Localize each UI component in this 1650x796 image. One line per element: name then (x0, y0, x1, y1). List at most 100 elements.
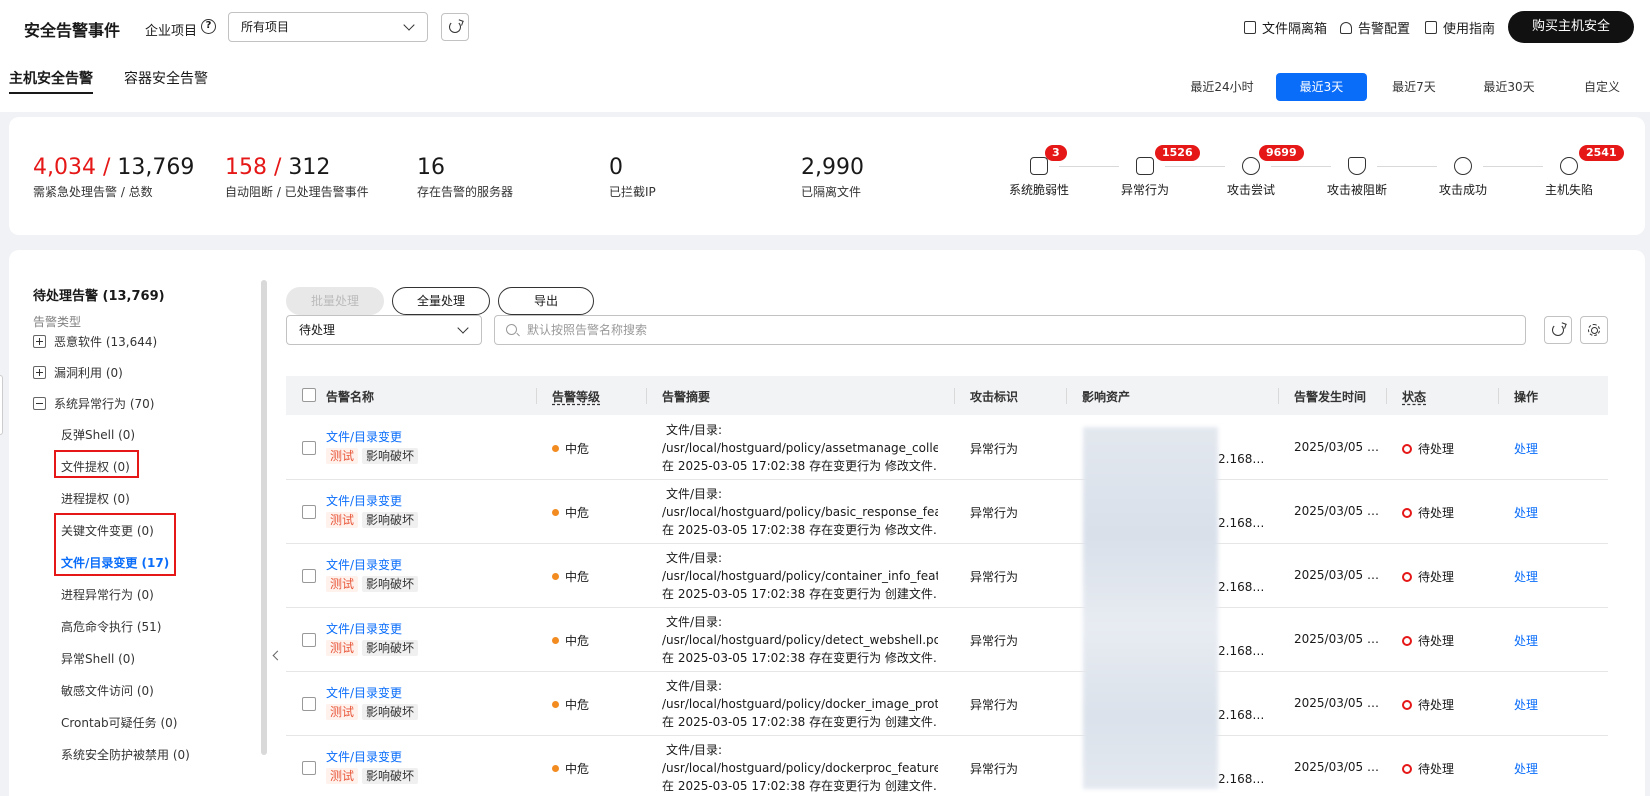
row-checkbox[interactable] (302, 697, 316, 711)
search-icon (506, 324, 517, 335)
handle-link[interactable]: 处理 (1514, 696, 1538, 713)
user-guide-label: 使用指南 (1443, 22, 1496, 37)
expand-icon[interactable] (33, 366, 46, 379)
chain-vulnerability[interactable]: 系统脆弱性 (999, 157, 1079, 198)
file-quarantine-link[interactable]: 文件隔离箱 (1244, 18, 1327, 37)
attack-tag: 异常行为 (970, 570, 1019, 584)
time-24h[interactable]: 最近24小时 (1180, 73, 1264, 101)
impact-tag: 影响破坏 (362, 640, 419, 656)
stat-urgent-total[interactable]: 4,034 / 13,769 需紧急处理告警 / 总数 (33, 155, 194, 200)
attack-tag: 异常行为 (970, 698, 1019, 712)
row-checkbox[interactable] (302, 441, 316, 455)
buy-host-security-button[interactable]: 购买主机安全 (1508, 11, 1634, 43)
chain-attack-blocked[interactable]: 攻击被阻断 (1317, 157, 1397, 198)
sidebar-scrollbar[interactable] (261, 280, 267, 755)
summary-line: 文件/目录: (666, 743, 723, 757)
level-dot-icon (552, 509, 559, 516)
summary-detail: 在 2025-03-05 17:02:38 存在变更行为 修改文件… (662, 459, 938, 473)
alert-config-link[interactable]: 告警配置 (1340, 18, 1410, 37)
summary-path: /usr/local/hostguard/policy/basic_respon… (662, 505, 938, 519)
alert-name-link[interactable]: 文件/目录变更 (326, 492, 402, 509)
batch-handle-button[interactable]: 批量处理 (286, 287, 384, 315)
chain-abnormal-behavior[interactable]: 异常行为 (1105, 157, 1185, 198)
select-all-checkbox[interactable] (302, 388, 316, 402)
book-icon (1425, 21, 1437, 34)
sidebar-item-process-abnormal[interactable]: 进程异常行为 (0) (61, 586, 154, 603)
file-quarantine-label: 文件隔离箱 (1262, 22, 1328, 37)
tab-host-alerts[interactable]: 主机安全告警 (9, 68, 93, 88)
row-checkbox[interactable] (302, 633, 316, 647)
handle-link[interactable]: 处理 (1514, 440, 1538, 457)
summary-detail: 在 2025-03-05 17:02:38 存在变更行为 修改文件… (662, 523, 938, 537)
chain-badge: 3 (1045, 145, 1067, 161)
alert-name-link[interactable]: 文件/目录变更 (326, 748, 402, 765)
status-filter-select[interactable]: 待处理 (286, 315, 482, 345)
handle-link[interactable]: 处理 (1514, 760, 1538, 777)
sidebar-item-process-privilege[interactable]: 进程提权 (0) (61, 490, 130, 507)
project-select[interactable]: 所有项目 (228, 12, 428, 42)
handle-link[interactable]: 处理 (1514, 504, 1538, 521)
chain-label: 系统脆弱性 (1008, 183, 1069, 197)
table-refresh-button[interactable] (1544, 316, 1572, 344)
summary-line: 文件/目录: (666, 615, 723, 629)
tab-container-alerts[interactable]: 容器安全告警 (124, 68, 208, 88)
alert-name-link[interactable]: 文件/目录变更 (326, 620, 402, 637)
time-3d[interactable]: 最近3天 (1276, 73, 1367, 101)
refresh-button[interactable] (441, 13, 469, 41)
test-tag: 测试 (326, 512, 359, 528)
stat-quarantined-files[interactable]: 2,990 已隔离文件 (801, 155, 864, 200)
collapse-sidebar-icon[interactable] (272, 650, 283, 661)
status-ring-icon (1402, 508, 1412, 518)
chain-host-compromised[interactable]: 主机失陷 (1529, 157, 1609, 198)
test-tag: 测试 (326, 640, 359, 656)
time-custom[interactable]: 自定义 (1572, 73, 1632, 101)
stat-quarantined-num: 2,990 (801, 155, 864, 180)
export-button[interactable]: 导出 (498, 287, 594, 315)
expand-icon[interactable] (33, 335, 46, 348)
attack-tag: 异常行为 (970, 634, 1019, 648)
handle-all-button[interactable]: 全量处理 (392, 287, 490, 315)
row-checkbox[interactable] (302, 761, 316, 775)
sidebar-item-abnormal-shell[interactable]: 异常Shell (0) (61, 650, 135, 667)
sidebar-item-protection-disabled[interactable]: 系统安全防护被禁用 (0) (61, 746, 190, 763)
test-tag: 测试 (326, 704, 359, 720)
sidebar-item-crontab[interactable]: Crontab可疑任务 (0) (61, 714, 178, 731)
collapse-icon[interactable] (33, 397, 46, 410)
stat-blocked-handled[interactable]: 158 / 312 自动阻断 / 已处理告警事件 (225, 155, 369, 200)
highlight-box (54, 513, 176, 576)
chain-attack-success[interactable]: 攻击成功 (1423, 157, 1503, 198)
sidebar-item-sensitive-file[interactable]: 敏感文件访问 (0) (61, 682, 154, 699)
row-checkbox[interactable] (302, 505, 316, 519)
alert-name-link[interactable]: 文件/目录变更 (326, 428, 402, 445)
sidebar-item-reverse-shell[interactable]: 反弹Shell (0) (61, 426, 135, 443)
box-icon (1244, 21, 1256, 34)
time-7d[interactable]: 最近7天 (1380, 73, 1448, 101)
side-expand-handle[interactable] (0, 375, 3, 435)
group-malware[interactable]: 恶意软件 (13,644) (33, 333, 157, 350)
time-30d[interactable]: 最近30天 (1472, 73, 1546, 101)
help-icon[interactable]: ? (201, 19, 216, 34)
handle-link[interactable]: 处理 (1514, 568, 1538, 585)
row-checkbox[interactable] (302, 569, 316, 583)
alert-name-link[interactable]: 文件/目录变更 (326, 556, 402, 573)
stat-servers[interactable]: 16 存在告警的服务器 (417, 155, 513, 200)
alert-name-link[interactable]: 文件/目录变更 (326, 684, 402, 701)
stat-handled-num: 312 (288, 155, 331, 180)
chain-attack-attempt[interactable]: 攻击尝试 (1211, 157, 1291, 198)
sidebar-item-high-risk-cmd[interactable]: 高危命令执行 (51) (61, 618, 161, 635)
search-input[interactable]: 默认按照告警名称搜索 (494, 315, 1526, 345)
alert-summary: 文件/目录: /usr/local/hostguard/policy/basic_… (662, 485, 938, 539)
test-tag: 测试 (326, 448, 359, 464)
handle-link[interactable]: 处理 (1514, 632, 1538, 649)
table-row: 文件/目录变更 测试 影响破坏 中危 文件/目录: /usr/local/hostguar… (286, 480, 1608, 544)
col-status[interactable]: 状态 (1402, 388, 1426, 405)
stat-blocked-ip[interactable]: 0 已拦截IP (609, 155, 656, 200)
col-alert-level[interactable]: 告警等级 (552, 388, 600, 405)
summary-line: 文件/目录: (666, 551, 723, 565)
table-settings-button[interactable] (1580, 316, 1608, 344)
group-exploit[interactable]: 漏洞利用 (0) (33, 364, 123, 381)
user-guide-link[interactable]: 使用指南 (1425, 18, 1495, 37)
stat-blocked-ip-num: 0 (609, 155, 623, 180)
alert-status: 待处理 (1418, 762, 1455, 776)
group-system-abnormal[interactable]: 系统异常行为 (70) (33, 395, 154, 412)
